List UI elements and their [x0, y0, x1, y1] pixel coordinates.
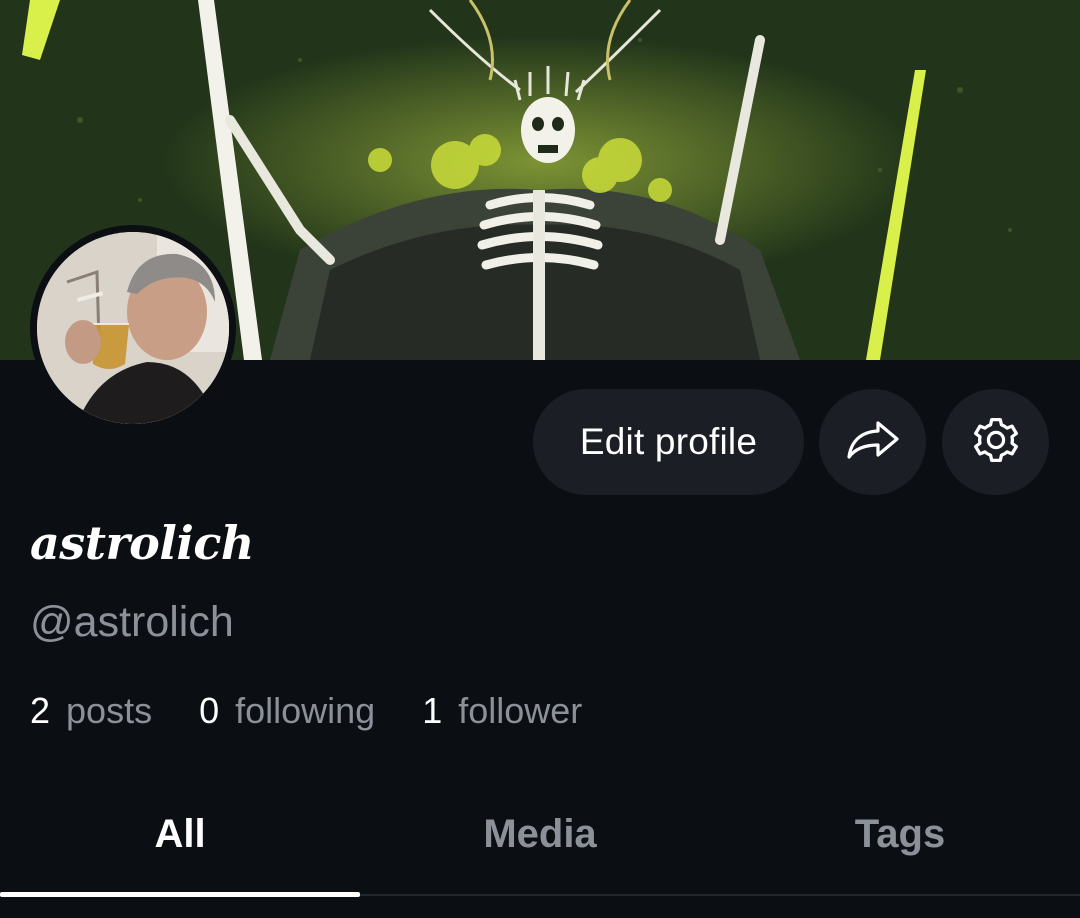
stat-count: 1	[422, 690, 443, 731]
profile-stats: 2 posts 0 following 1 follower	[30, 690, 629, 732]
profile-handle: @astrolich	[30, 598, 234, 646]
stat-label: follower	[458, 690, 583, 731]
stat-posts[interactable]: 2 posts	[30, 690, 152, 732]
tab-tags[interactable]: Tags	[720, 770, 1080, 898]
share-arrow-icon	[846, 420, 900, 465]
tab-all[interactable]: All	[0, 770, 360, 898]
edit-profile-button[interactable]: Edit profile	[533, 389, 804, 495]
profile-avatar[interactable]	[30, 225, 236, 431]
settings-button[interactable]	[942, 389, 1049, 495]
gear-icon	[970, 414, 1022, 471]
tab-media[interactable]: Media	[360, 770, 720, 898]
profile-tabs: All Media Tags	[0, 770, 1080, 898]
profile-display-name: astrolich	[30, 516, 254, 570]
active-tab-indicator	[0, 892, 360, 897]
stat-count: 2	[30, 690, 51, 731]
profile-page: Edit profile astrolich @astrolich 2 post…	[0, 0, 1080, 918]
stat-label: posts	[66, 690, 153, 731]
stat-count: 0	[199, 690, 220, 731]
stat-following[interactable]: 0 following	[199, 690, 375, 732]
stat-label: following	[235, 690, 376, 731]
edit-profile-label: Edit profile	[579, 421, 758, 462]
stat-followers[interactable]: 1 follower	[422, 690, 582, 732]
share-button[interactable]	[819, 389, 926, 495]
